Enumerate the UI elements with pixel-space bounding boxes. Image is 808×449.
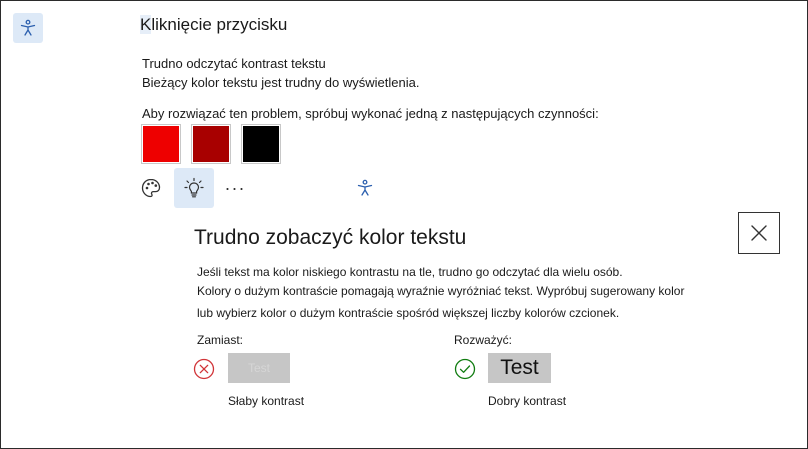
low-contrast-sample: Test <box>228 353 290 383</box>
instead-label: Zamiast: <box>197 333 244 347</box>
high-contrast-sample: Test <box>488 353 551 383</box>
panel-title: Trudno zobaczyć kolor tekstu <box>194 226 467 249</box>
panel-text-line: Jeśli tekst ma kolor niskiego kontrastu … <box>197 265 623 279</box>
lightbulb-button[interactable] <box>174 168 214 208</box>
color-swatch-dark-red[interactable] <box>191 124 231 164</box>
panel-text-line: Kolory o dużym kontraście pomagają wyraź… <box>197 284 685 298</box>
accessibility-icon[interactable] <box>13 13 43 43</box>
close-icon <box>751 225 767 241</box>
dialog-frame: Kliknięcie przycisku Trudno odczytać kon… <box>0 0 808 449</box>
palette-button[interactable] <box>131 168 171 208</box>
bad-contrast-caption: Słaby kontrast <box>228 394 305 408</box>
issue-description: Bieżący kolor tekstu jest trudny do wyśw… <box>142 75 420 90</box>
palette-icon <box>141 178 161 198</box>
color-swatch-black[interactable] <box>241 124 281 164</box>
swatch-fill <box>193 126 229 162</box>
title-highlighted-letter: K <box>140 15 152 34</box>
fix-prompt: Aby rozwiązać ten problem, spróbuj wykon… <box>142 106 599 121</box>
panel-text-line: lub wybierz kolor o dużym kontraście spo… <box>197 306 620 320</box>
swatch-fill <box>243 126 279 162</box>
consider-label: Rozważyć: <box>454 333 513 347</box>
accessibility-icon-secondary[interactable] <box>353 176 377 200</box>
more-options-button[interactable]: ··· <box>215 168 255 208</box>
page-title: Kliknięcie przycisku <box>140 15 287 35</box>
accessibility-figure-icon <box>357 179 373 196</box>
issue-title: Trudno odczytać kontrast tekstu <box>142 56 326 71</box>
accessibility-figure-icon <box>20 19 36 36</box>
title-rest: liknięcie przycisku <box>151 15 288 34</box>
good-contrast-caption: Dobry kontrast <box>488 394 567 408</box>
check-circle-icon <box>454 358 476 380</box>
lightbulb-icon <box>184 177 204 198</box>
swatch-fill <box>143 126 179 162</box>
color-swatch-red[interactable] <box>141 124 181 164</box>
error-circle-icon <box>193 358 215 380</box>
close-button[interactable] <box>738 212 780 254</box>
